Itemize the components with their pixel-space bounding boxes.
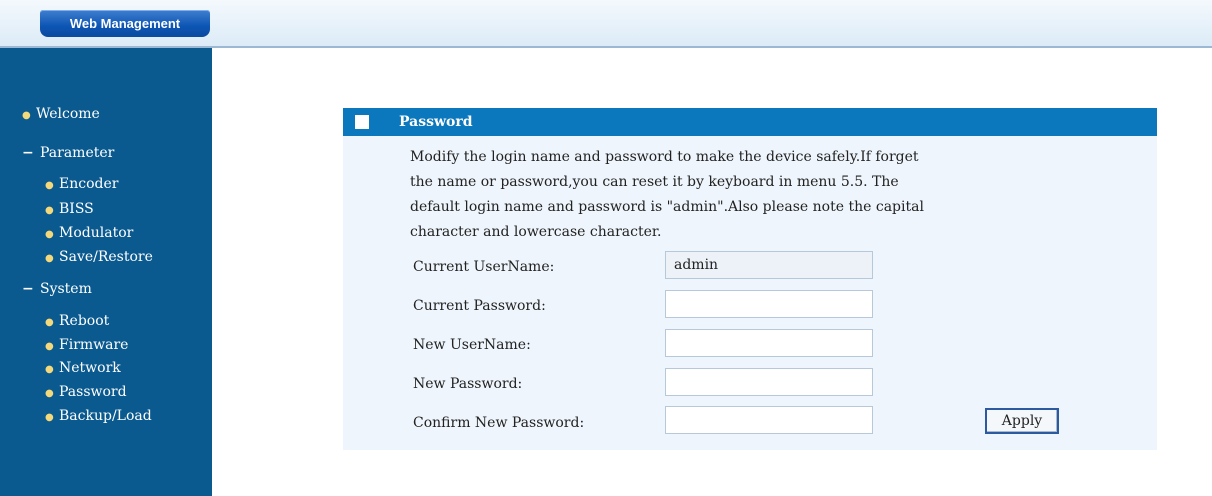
current-password-label: Current Password: (413, 298, 546, 314)
top-bar: Web Management (0, 0, 1212, 48)
bullet-icon: ● (45, 364, 54, 375)
bullet-icon: ● (45, 388, 54, 399)
sidebar-group-parameter[interactable]: − Parameter (22, 144, 114, 162)
apply-button[interactable]: Apply (985, 408, 1059, 434)
bullet-icon: ● (45, 253, 54, 264)
sidebar-item-reboot[interactable]: ● Reboot (45, 312, 109, 332)
square-icon (355, 115, 369, 129)
description-line: the name or password,you can reset it by… (410, 174, 899, 190)
bullet-icon: ● (45, 341, 54, 352)
collapse-icon: − (22, 145, 34, 161)
new-password-field[interactable] (665, 368, 873, 396)
current-username-label: Current UserName: (413, 259, 555, 275)
description: Modify the login name and password to ma… (410, 145, 1110, 245)
bullet-icon: ● (45, 205, 54, 216)
description-line: Modify the login name and password to ma… (410, 149, 919, 165)
bullet-icon: ● (22, 110, 31, 121)
sidebar-group-system[interactable]: − System (22, 280, 92, 298)
sidebar-item-backup-load[interactable]: ● Backup/Load (45, 407, 152, 427)
collapse-icon: − (22, 281, 34, 297)
bullet-icon: ● (45, 412, 54, 423)
sidebar-item-modulator[interactable]: ● Modulator (45, 224, 133, 244)
sidebar: ● Welcome − Parameter ● Encoder ● BISS ● Modu… (0, 48, 212, 496)
confirm-new-password-label: Confirm New Password: (413, 415, 585, 431)
password-panel: Password Modify the login name and passw… (343, 108, 1157, 450)
new-username-field[interactable] (665, 329, 873, 357)
panel-header: Password (343, 108, 1157, 136)
sidebar-item-biss[interactable]: ● BISS (45, 200, 94, 220)
bullet-icon: ● (45, 317, 54, 328)
new-username-label: New UserName: (413, 337, 531, 353)
description-line: default login name and password is "admi… (410, 199, 924, 215)
confirm-new-password-field[interactable] (665, 406, 873, 434)
current-password-field[interactable] (665, 290, 873, 318)
sidebar-item-network[interactable]: ● Network (45, 359, 121, 379)
bullet-icon: ● (45, 229, 54, 240)
sidebar-item-encoder[interactable]: ● Encoder (45, 175, 118, 195)
current-username-field: admin (665, 251, 873, 279)
sidebar-item-password[interactable]: ● Password (45, 383, 127, 403)
sidebar-item-save-restore[interactable]: ● Save/Restore (45, 248, 153, 268)
description-line: character and lowercase character. (410, 224, 662, 240)
web-management-tab[interactable]: Web Management (40, 10, 210, 37)
panel-title: Password (399, 114, 473, 130)
new-password-label: New Password: (413, 376, 523, 392)
bullet-icon: ● (45, 180, 54, 191)
sidebar-item-welcome[interactable]: ● Welcome (22, 105, 100, 125)
sidebar-item-firmware[interactable]: ● Firmware (45, 336, 128, 356)
